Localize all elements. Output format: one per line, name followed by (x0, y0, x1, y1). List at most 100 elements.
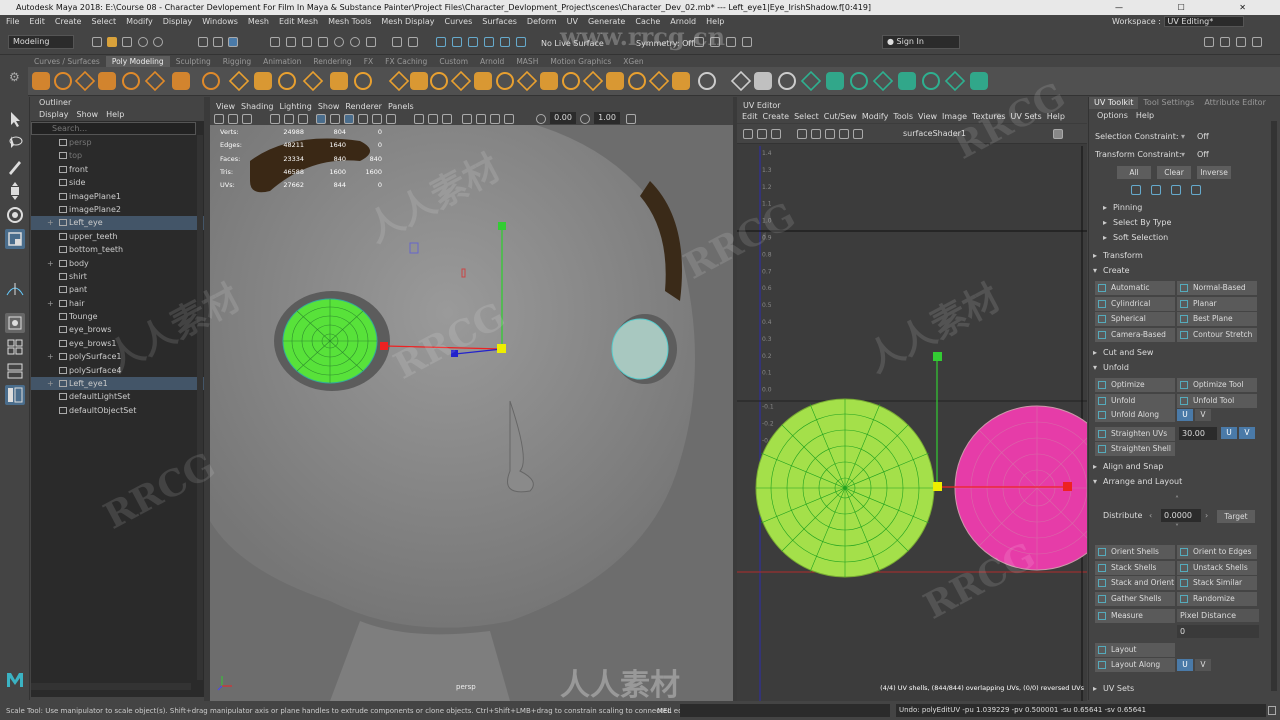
new-scene-icon[interactable] (92, 37, 102, 47)
shelf-tab-xgen[interactable]: XGen (617, 56, 649, 67)
align-snap-section[interactable]: ▸ Align and Snap (1093, 460, 1269, 473)
outliner-item[interactable]: pant (31, 283, 204, 296)
film-gate-icon[interactable] (284, 114, 294, 124)
shelf-tool-icon[interactable] (410, 72, 428, 90)
uv-menu-help[interactable]: Help (1047, 112, 1065, 121)
shelf-tab-rigging[interactable]: Rigging (217, 56, 257, 67)
shelf-tool-icon[interactable] (540, 72, 558, 90)
randomize-shells-button[interactable]: Randomize Shells (1177, 591, 1257, 617)
grid-icon[interactable] (270, 114, 280, 124)
uv-distortion-icon[interactable] (839, 129, 849, 139)
wireframe-icon[interactable] (316, 114, 326, 124)
select-tool-icon[interactable] (5, 109, 25, 129)
viewport-menu-shading[interactable]: Shading (241, 102, 274, 111)
uv-bookmark-icon[interactable] (771, 129, 781, 139)
isolate-icon[interactable] (462, 114, 472, 124)
layout-button[interactable]: Layout (1095, 643, 1175, 657)
shelf-tool-icon[interactable] (228, 70, 250, 92)
shelf-tab-rendering[interactable]: Rendering (307, 56, 357, 67)
menu-surfaces[interactable]: Surfaces (482, 17, 517, 26)
shelf-tool-icon[interactable] (628, 72, 646, 90)
camera-icon[interactable] (694, 37, 704, 47)
select-border-icon[interactable] (1191, 185, 1201, 195)
outliner-layout-icon[interactable] (5, 385, 25, 405)
uv-u-scale-handle[interactable] (1063, 482, 1072, 491)
measure-button[interactable]: Measure (1095, 609, 1175, 623)
orient-to-edges-button[interactable]: Orient to Edges (1177, 545, 1257, 559)
redo-icon[interactable] (153, 37, 163, 47)
shelf-tool-icon[interactable] (54, 72, 72, 90)
edge-mask-icon[interactable] (286, 37, 296, 47)
uv-texture-icon[interactable] (811, 129, 821, 139)
uv-camera-icon[interactable] (743, 129, 753, 139)
uv-checker-icon[interactable] (853, 129, 863, 139)
shelf-tool-icon[interactable] (898, 72, 916, 90)
best-plane-button[interactable]: Best Plane (1177, 312, 1257, 326)
shelf-tool-icon[interactable] (754, 72, 772, 90)
optimize-tool-button[interactable]: Optimize Tool (1177, 378, 1257, 392)
lasso-tool-icon[interactable] (5, 133, 25, 153)
shelf-tool-icon[interactable] (172, 72, 190, 90)
single-view-icon[interactable] (5, 313, 25, 333)
shelf-tab-mash[interactable]: MASH (510, 56, 544, 67)
outliner-item[interactable]: + Left_eye (31, 216, 204, 230)
toolkit-menu-options[interactable]: Options (1097, 111, 1128, 120)
outliner-item[interactable]: Tounge (31, 310, 204, 323)
cylindrical-button[interactable]: Cylindrical (1095, 296, 1175, 311)
shelf-tool-icon[interactable] (698, 72, 716, 90)
smooth-shade-icon[interactable] (330, 114, 340, 124)
outliner-vscrollbar[interactable] (197, 135, 203, 680)
hypershade-icon[interactable] (484, 37, 494, 47)
shelf-tool-icon[interactable] (450, 70, 472, 92)
optimize-button[interactable]: Optimize (1095, 378, 1175, 392)
script-language-label[interactable]: MEL (657, 702, 671, 720)
viewport-menu-lighting[interactable]: Lighting (279, 102, 311, 111)
stack-similar-button[interactable]: Stack Similar (1177, 576, 1257, 590)
window-controls[interactable]: — ☐ ✕ (1115, 0, 1272, 15)
camera-based-button[interactable]: Camera-Based (1095, 327, 1175, 342)
shelf-tool-icon[interactable] (516, 70, 538, 92)
toolkit-tab-attribute-editor[interactable]: Attribute Editor (1199, 97, 1271, 109)
stack-shells-button[interactable]: Stack Shells (1095, 560, 1175, 575)
uv-v-scale-handle[interactable] (933, 352, 942, 361)
outliner-item[interactable]: imagePlane2 (31, 203, 204, 216)
outliner-menu-display[interactable]: Display (39, 110, 69, 119)
shelf-tool-icon[interactable] (388, 70, 410, 92)
shelf-tool-icon[interactable] (872, 70, 894, 92)
two-view-icon[interactable] (5, 361, 25, 381)
move-tool-icon[interactable] (5, 181, 25, 201)
selection-constraint-value[interactable]: Off (1197, 130, 1209, 143)
shelf-tool-icon[interactable] (944, 70, 966, 92)
shelf-tab-custom[interactable]: Custom (433, 56, 474, 67)
menu-modify[interactable]: Modify (126, 17, 153, 26)
tool-settings-icon[interactable] (1236, 37, 1246, 47)
shader-dropdown[interactable]: surfaceShader1 (903, 129, 966, 138)
outliner-item[interactable]: imagePlane1 (31, 190, 204, 203)
shelf-tab-sculpting[interactable]: Sculpting (170, 56, 217, 67)
expand-icon[interactable]: + (47, 297, 54, 310)
z-scale-handle[interactable] (451, 350, 458, 357)
expand-icon[interactable]: + (47, 377, 54, 390)
outliner-item[interactable]: upper_teeth (31, 230, 204, 243)
uv-menu-uv-sets[interactable]: UV Sets (1011, 112, 1042, 121)
menu-mesh-display[interactable]: Mesh Display (381, 17, 434, 26)
menu-edit-mesh[interactable]: Edit Mesh (279, 17, 318, 26)
shelf-tool-icon[interactable] (922, 72, 940, 90)
render-icon[interactable] (436, 37, 446, 47)
uv-mask-icon[interactable] (318, 37, 328, 47)
bookmark-icon[interactable] (242, 114, 252, 124)
unfold-button[interactable]: Unfold (1095, 393, 1175, 408)
render-view-icon[interactable] (500, 37, 510, 47)
normal-based-button[interactable]: Normal-Based (1177, 281, 1257, 295)
distribute-input[interactable]: 0.0000 (1161, 509, 1201, 522)
select-component-icon[interactable] (228, 37, 238, 47)
shelf-tool-icon[interactable] (496, 72, 514, 90)
unfold-u-button[interactable]: U (1177, 409, 1193, 421)
uv-menu-create[interactable]: Create (763, 112, 790, 121)
chevron-down-icon[interactable]: ▾ (1181, 130, 1185, 143)
shelf-tab-arnold[interactable]: Arnold (474, 56, 510, 67)
menu-mesh-tools[interactable]: Mesh Tools (328, 17, 371, 26)
unstack-shells-button[interactable]: Unstack Shells (1177, 560, 1257, 575)
shelf-tool-icon[interactable] (202, 72, 220, 90)
shelf-tool-icon[interactable] (278, 72, 296, 90)
